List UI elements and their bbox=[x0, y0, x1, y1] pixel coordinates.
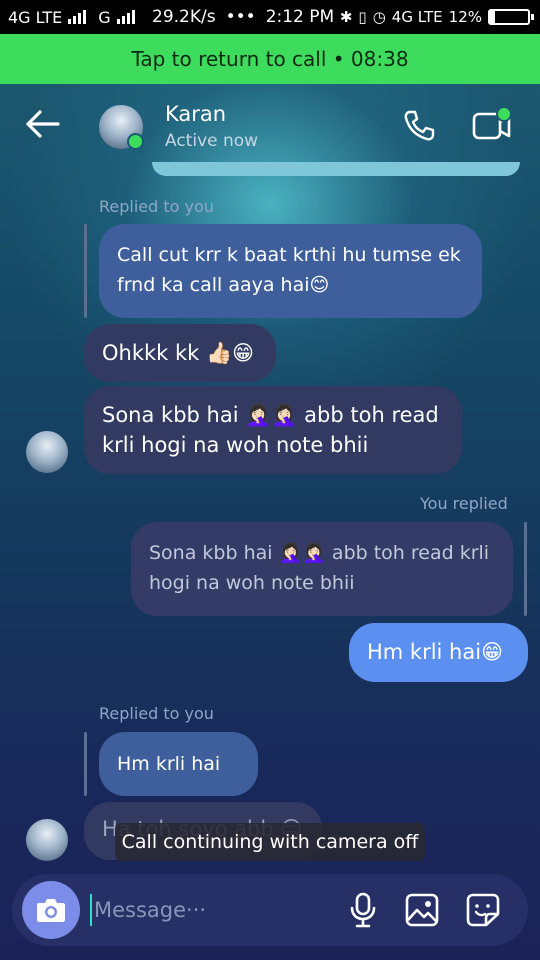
message-input[interactable] bbox=[90, 894, 330, 926]
message-text: Hm krli hai😁 bbox=[367, 640, 503, 664]
quoted-line: hogi na woh note bhii bbox=[149, 572, 355, 594]
chat-header: Karan Active now bbox=[0, 84, 540, 170]
incoming-message[interactable]: Sona kbb hai 🤦🏻‍♀️🤦🏻‍♀️ abb toh read krl… bbox=[84, 386, 462, 474]
mic-icon[interactable] bbox=[346, 892, 380, 928]
reply-indicator bbox=[84, 732, 87, 796]
status-bar: 4G LTE G 29.2K/s ••• 2:12 PM ✱ ▯ ◷ 4G LT… bbox=[0, 0, 540, 34]
chat-area[interactable]: Karan Active now Replied to you Call cut… bbox=[0, 84, 540, 960]
gallery-icon[interactable] bbox=[404, 892, 440, 928]
online-indicator bbox=[127, 133, 144, 150]
toast-text: Call continuing with camera off bbox=[121, 831, 419, 853]
battery-percent: 12% bbox=[448, 8, 482, 26]
alarm-icon: ◷ bbox=[372, 8, 386, 26]
network-label-3: 4G LTE bbox=[391, 8, 443, 26]
camera-button[interactable] bbox=[22, 881, 80, 939]
status-mid: 29.2K/s ••• 2:12 PM bbox=[152, 7, 334, 27]
message-line: krli hogi na woh note bhii bbox=[102, 433, 369, 457]
network-label-2: G bbox=[98, 7, 111, 27]
return-to-call-text: Tap to return to call • 08:38 bbox=[131, 47, 409, 71]
network-label-1: 4G LTE bbox=[8, 7, 63, 27]
quoted-message[interactable]: Hm krli hai😁 bbox=[99, 732, 258, 839]
active-status: Active now bbox=[165, 131, 259, 151]
contact-avatar-small[interactable] bbox=[26, 431, 68, 473]
quoted-message-outgoing[interactable]: Sona kbb hai 🤦🏻‍♀️🤦🏻‍♀️ abb toh read krl… bbox=[131, 522, 513, 616]
message-line: Sona kbb hai 🤦🏻‍♀️🤦🏻‍♀️ abb toh read bbox=[102, 403, 439, 427]
vibrate-icon: ▯ bbox=[358, 8, 367, 26]
you-replied-label: You replied bbox=[420, 494, 508, 513]
return-to-call-banner[interactable]: Tap to return to call • 08:38 bbox=[0, 34, 540, 84]
camera-off-toast: Call continuing with camera off bbox=[115, 823, 425, 861]
battery-icon bbox=[488, 9, 534, 25]
sticker-icon[interactable] bbox=[464, 892, 502, 928]
reply-label: Replied to you bbox=[99, 704, 214, 723]
contact-name[interactable]: Karan bbox=[165, 102, 226, 126]
contact-avatar-small[interactable] bbox=[26, 819, 68, 861]
reply-indicator bbox=[524, 522, 527, 616]
quoted-line: frnd ka call aaya hai😊 bbox=[117, 274, 330, 296]
outgoing-message[interactable]: Hm krli hai😁 bbox=[349, 623, 528, 682]
video-call-icon[interactable] bbox=[471, 106, 513, 144]
more-dots: ••• bbox=[225, 7, 256, 27]
signal-icon-2 bbox=[116, 10, 135, 24]
message-composer bbox=[12, 874, 528, 946]
back-arrow-icon[interactable] bbox=[22, 104, 62, 144]
camera-icon bbox=[37, 899, 65, 922]
incoming-message[interactable]: Ohkkk kk 👍🏻😁 bbox=[84, 324, 276, 382]
previous-message-bubble bbox=[152, 162, 520, 176]
reply-label: Replied to you bbox=[99, 197, 214, 216]
quoted-message[interactable]: Call cut krr k baat krthi hu tumse ek fr… bbox=[99, 224, 482, 318]
status-right: ✱ ▯ ◷ 4G LTE 12% bbox=[339, 8, 534, 26]
message-text: Ohkkk kk 👍🏻😁 bbox=[102, 341, 255, 365]
signal-icon bbox=[68, 10, 87, 24]
reply-indicator bbox=[84, 224, 87, 318]
status-left: 4G LTE G bbox=[8, 8, 135, 27]
clock: 2:12 PM bbox=[265, 7, 335, 27]
quoted-line: Call cut krr k baat krthi hu tumse ek bbox=[117, 244, 461, 266]
phone-icon[interactable] bbox=[401, 108, 437, 144]
quoted-line: Sona kbb hai 🤦🏻‍♀️🤦🏻‍♀️ abb toh read krl… bbox=[149, 542, 490, 564]
bluetooth-icon: ✱ bbox=[339, 8, 353, 26]
network-speed: 29.2K/s bbox=[152, 7, 216, 27]
